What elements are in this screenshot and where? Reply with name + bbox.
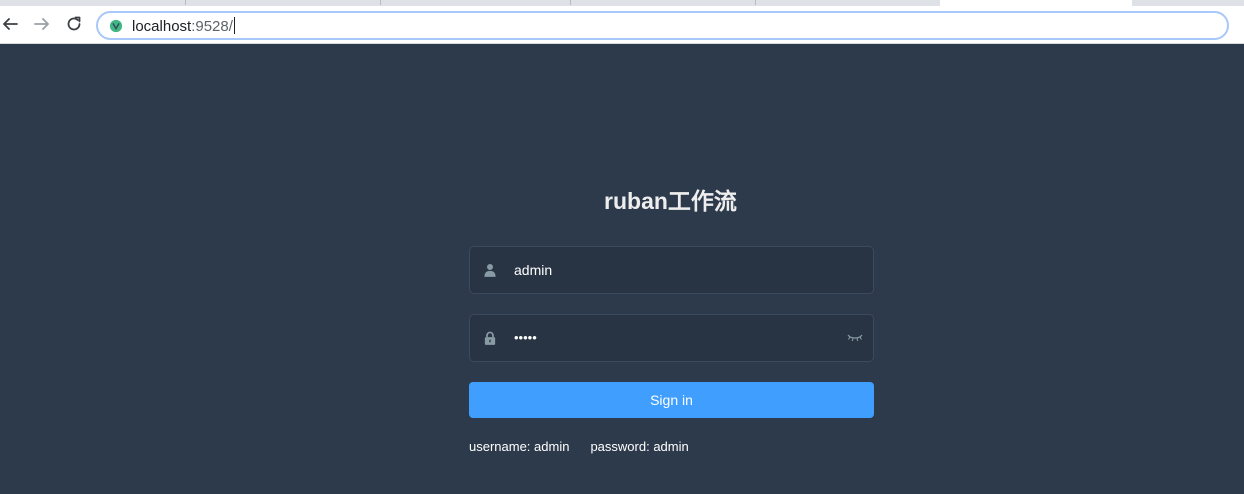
- forward-button[interactable]: [30, 12, 54, 36]
- login-tips: username: admin password: admin: [469, 439, 689, 454]
- back-arrow-icon: [3, 18, 18, 30]
- username-value: admin: [514, 262, 553, 278]
- username-field[interactable]: admin: [469, 246, 874, 294]
- tab-separator: [185, 0, 186, 5]
- forward-arrow-icon: [34, 18, 49, 30]
- tab-separator: [755, 0, 756, 5]
- reload-icon: [67, 16, 81, 31]
- browser-toolbar: localhost:9528/: [0, 6, 1244, 44]
- password-value: •••••: [514, 330, 537, 345]
- password-tip: password: admin: [590, 439, 689, 454]
- back-button[interactable]: [0, 12, 22, 36]
- tab-separator: [570, 0, 571, 5]
- address-bar[interactable]: localhost:9528/: [96, 11, 1229, 40]
- tab-separator: [380, 0, 381, 5]
- username-tip: username: admin: [469, 439, 570, 454]
- page-title: ruban工作流: [604, 188, 737, 214]
- url-text[interactable]: localhost:9528/: [132, 16, 235, 35]
- password-field[interactable]: •••••: [469, 314, 874, 362]
- url-host: localhost: [132, 17, 192, 35]
- eye-closed-icon[interactable]: [847, 331, 863, 345]
- url-port: :9528/: [191, 17, 233, 35]
- sign-in-button[interactable]: Sign in: [469, 382, 874, 418]
- user-icon: [482, 261, 498, 279]
- text-caret: [233, 16, 235, 34]
- login-page: ruban工作流 admin ••••• Sign in username: a…: [0, 44, 1244, 494]
- reload-button[interactable]: [62, 12, 86, 36]
- lock-icon: [482, 329, 498, 347]
- vue-site-icon: [108, 18, 124, 34]
